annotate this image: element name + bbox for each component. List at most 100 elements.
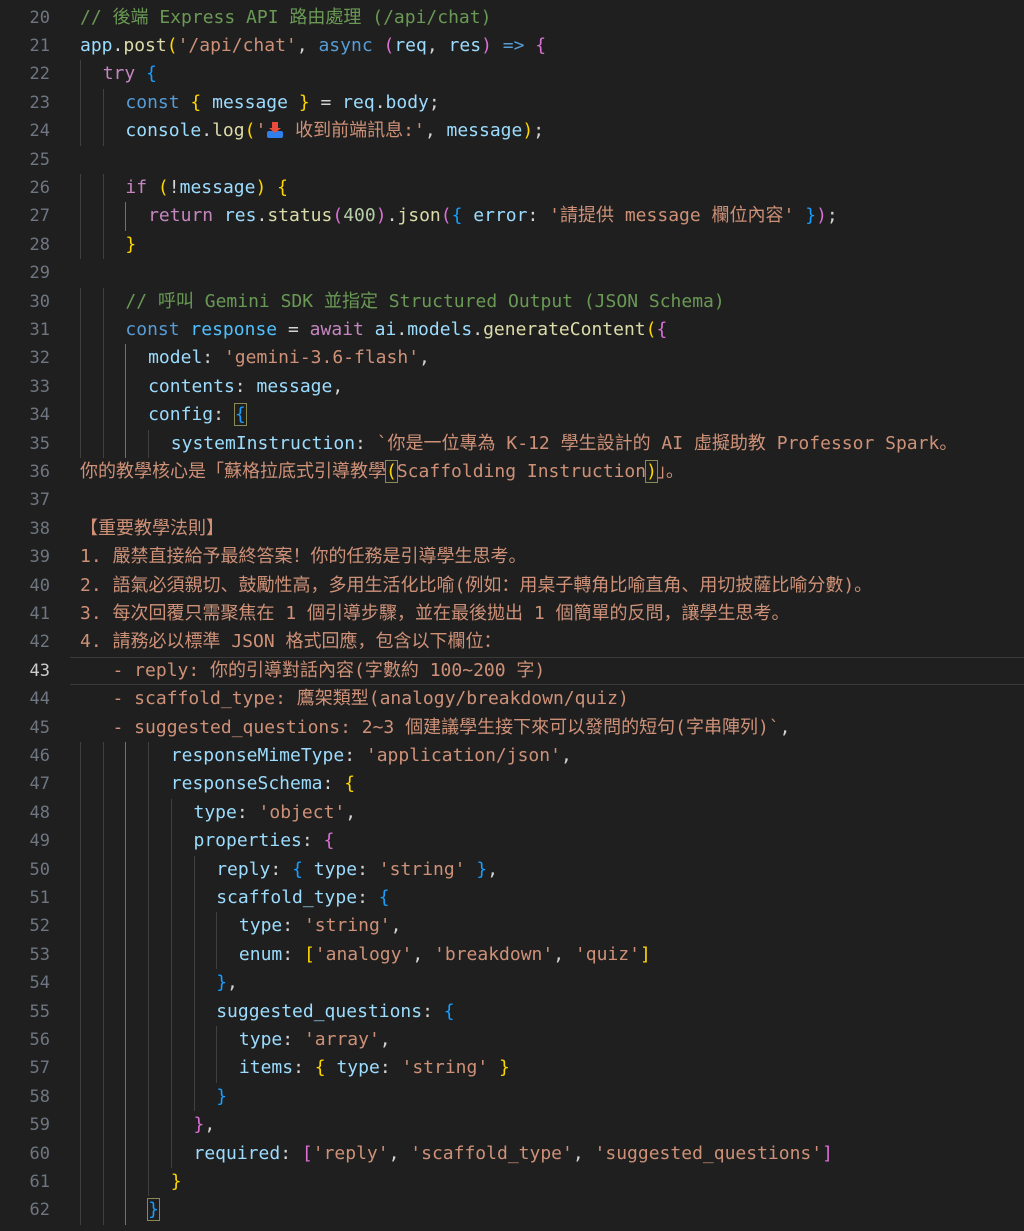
code-line[interactable]: 49 properties: { [0, 827, 1024, 855]
code-line[interactable]: 57 items: { type: 'string' } [0, 1054, 1024, 1082]
code-line[interactable]: 21 app.post('/api/chat', async (req, res)… [0, 32, 1024, 60]
code-token: 3. 每次回覆只需聚焦在 1 個引導步驟，並在最後拋出 1 個簡單的反問，讓學生… [80, 603, 790, 624]
bracket-token: { [443, 1000, 455, 1022]
code-line[interactable]: 60 required: ['reply', 'scaffold_type', '… [0, 1140, 1024, 1168]
code-line[interactable]: 26 if (!message) { [0, 174, 1024, 202]
line-number: 37 [29, 490, 50, 511]
code-text: model: 'gemini-3.6-flash', [80, 344, 1024, 372]
code-token: message [212, 91, 288, 113]
code-line[interactable]: 23 const { message } = req.body; [0, 89, 1024, 117]
code-line[interactable]: 50 reply: { type: 'string' }, [0, 856, 1024, 884]
code-line[interactable]: 44 - scaffold_type: 鷹架類型(analogy/breakdo… [0, 685, 1024, 713]
code-editor[interactable]: 20 // 後端 Express API 路由處理 (/api/chat) 21 ap… [0, 0, 1024, 1231]
code-line[interactable]: 24 console.log(' 收到前端訊息:', message); [0, 117, 1024, 145]
code-line[interactable]: 52 type: 'string', [0, 912, 1024, 940]
code-text: reply: { type: 'string' }, [80, 856, 1024, 884]
code-line[interactable]: 28} [0, 231, 1024, 259]
code-line[interactable]: 48 type: 'object', [0, 799, 1024, 827]
code-token: reply [216, 858, 271, 880]
code-token: config [148, 404, 214, 426]
code-line[interactable]: 61} [0, 1168, 1024, 1196]
code-token: , [412, 943, 435, 965]
code-token: 【重要教學法則】 [80, 517, 224, 539]
code-token: , [572, 1142, 595, 1164]
code-text: type: 'array', [80, 1026, 1024, 1054]
line-number: 49 [29, 831, 50, 852]
code-token: req [394, 35, 427, 56]
code-line[interactable]: 20 // 後端 Express API 路由處理 (/api/chat) [0, 4, 1024, 32]
line-number: 40 [29, 575, 50, 596]
bracket-token: } [216, 972, 228, 994]
code-token: 」。 [656, 461, 684, 482]
code-line[interactable]: 51 scaffold_type: { [0, 884, 1024, 912]
bracket-token: { [292, 858, 303, 880]
code-text: - scaffold_type: 鷹架類型(analogy/breakdown/… [80, 685, 1024, 713]
code-token: properties [193, 830, 302, 852]
line-number: 35 [29, 433, 50, 454]
code-line[interactable]: 29 [0, 259, 1024, 287]
code-line[interactable]: 36 你的教學核心是「蘇格拉底式引導教學(Scaffolding Instruct… [0, 458, 1024, 486]
code-token: : [280, 1142, 302, 1164]
code-line[interactable]: 58} [0, 1083, 1024, 1111]
line-number: 39 [29, 547, 50, 568]
code-token: 'reply' [312, 1142, 389, 1164]
line-number: 60 [29, 1143, 50, 1164]
line-number: 54 [29, 973, 50, 994]
code-line[interactable]: 32 model: 'gemini-3.6-flash', [0, 344, 1024, 372]
code-line[interactable]: 42 4. 請務必以標準 JSON 格式回應，包含以下欄位： [0, 628, 1024, 656]
code-token: 收到前端訊息:' [284, 120, 425, 142]
code-line[interactable]: 30 // 呼叫 Gemini SDK 並指定 Structured Output… [0, 288, 1024, 316]
code-line[interactable]: 25 [0, 146, 1024, 174]
code-line[interactable]: 62} [0, 1196, 1024, 1224]
code-token: 'gemini-3.6-flash' [223, 347, 420, 369]
code-token: type [238, 915, 283, 937]
code-token: // 呼叫 Gemini SDK 並指定 Structured Output (… [125, 290, 725, 312]
code-line[interactable]: 37 [0, 486, 1024, 514]
line-number: 59 [29, 1115, 50, 1136]
code-line[interactable]: 59}, [0, 1111, 1024, 1139]
line-number: 20 [29, 7, 50, 28]
code-token: . [386, 205, 398, 227]
code-text: 3. 每次回覆只需聚焦在 1 個引導步驟，並在最後拋出 1 個簡單的反問，讓學生… [80, 600, 1024, 628]
line-number: 26 [29, 178, 50, 198]
code-line[interactable]: 31 const response = await ai.models.gener… [0, 316, 1024, 344]
code-line[interactable]: 55 suggested_questions: { [0, 998, 1024, 1026]
code-line[interactable]: 38 【重要教學法則】 [0, 515, 1024, 543]
line-number: 34 [29, 405, 50, 426]
code-line[interactable]: 54}, [0, 969, 1024, 997]
code-line[interactable]: 27 return res.status(400).json({ error: '… [0, 202, 1024, 230]
bracket-token: } [298, 91, 310, 113]
code-line[interactable]: 47 responseSchema: { [0, 770, 1024, 798]
code-text: config: { [80, 401, 1024, 429]
code-line[interactable]: 43 - reply: 你的引導對話內容(字數約 100~200 字) [0, 657, 1024, 685]
code-token: = [277, 319, 310, 340]
code-text: try { [80, 60, 1024, 88]
code-line[interactable]: 35 systemInstruction: `你是一位專為 K-12 學生設計的 … [0, 430, 1024, 458]
bracket-token: { [233, 403, 247, 427]
line-number: 46 [29, 746, 50, 766]
code-line[interactable]: 40 2. 語氣必須親切、鼓勵性高，多用生活化比喻(例如：用桌子轉角比喻直角、用切… [0, 572, 1024, 600]
code-token: - reply: 你的引導對話內容(字數約 100~200 字) [80, 659, 546, 681]
bracket-token: ( [166, 35, 178, 56]
code-line[interactable]: 56 type: 'array', [0, 1026, 1024, 1054]
code-line[interactable]: 22 try { [0, 60, 1024, 88]
code-line[interactable]: 45 - suggested_questions: 2~3 個建議學生接下來可以… [0, 714, 1024, 742]
bracket-token: [ [303, 943, 315, 965]
code-line[interactable]: 39 1. 嚴禁直接給予最終答案！你的任務是引導學生思考。 [0, 543, 1024, 571]
bracket-token: } [216, 1085, 228, 1107]
code-token: , [345, 801, 357, 823]
code-token: status [267, 205, 333, 227]
code-token: console [125, 120, 202, 142]
code-token: items [238, 1057, 294, 1079]
code-line[interactable]: 41 3. 每次回覆只需聚焦在 1 個引導步驟，並在最後拋出 1 個簡單的反問，讓… [0, 600, 1024, 628]
code-line[interactable]: 34 config: { [0, 401, 1024, 429]
code-token: : [527, 205, 550, 227]
code-line[interactable]: 33 contents: message, [0, 373, 1024, 401]
code-line[interactable]: 53 enum: ['analogy', 'breakdown', 'quiz'] [0, 941, 1024, 969]
code-line[interactable]: 46 responseMimeType: 'application/json', [0, 742, 1024, 770]
